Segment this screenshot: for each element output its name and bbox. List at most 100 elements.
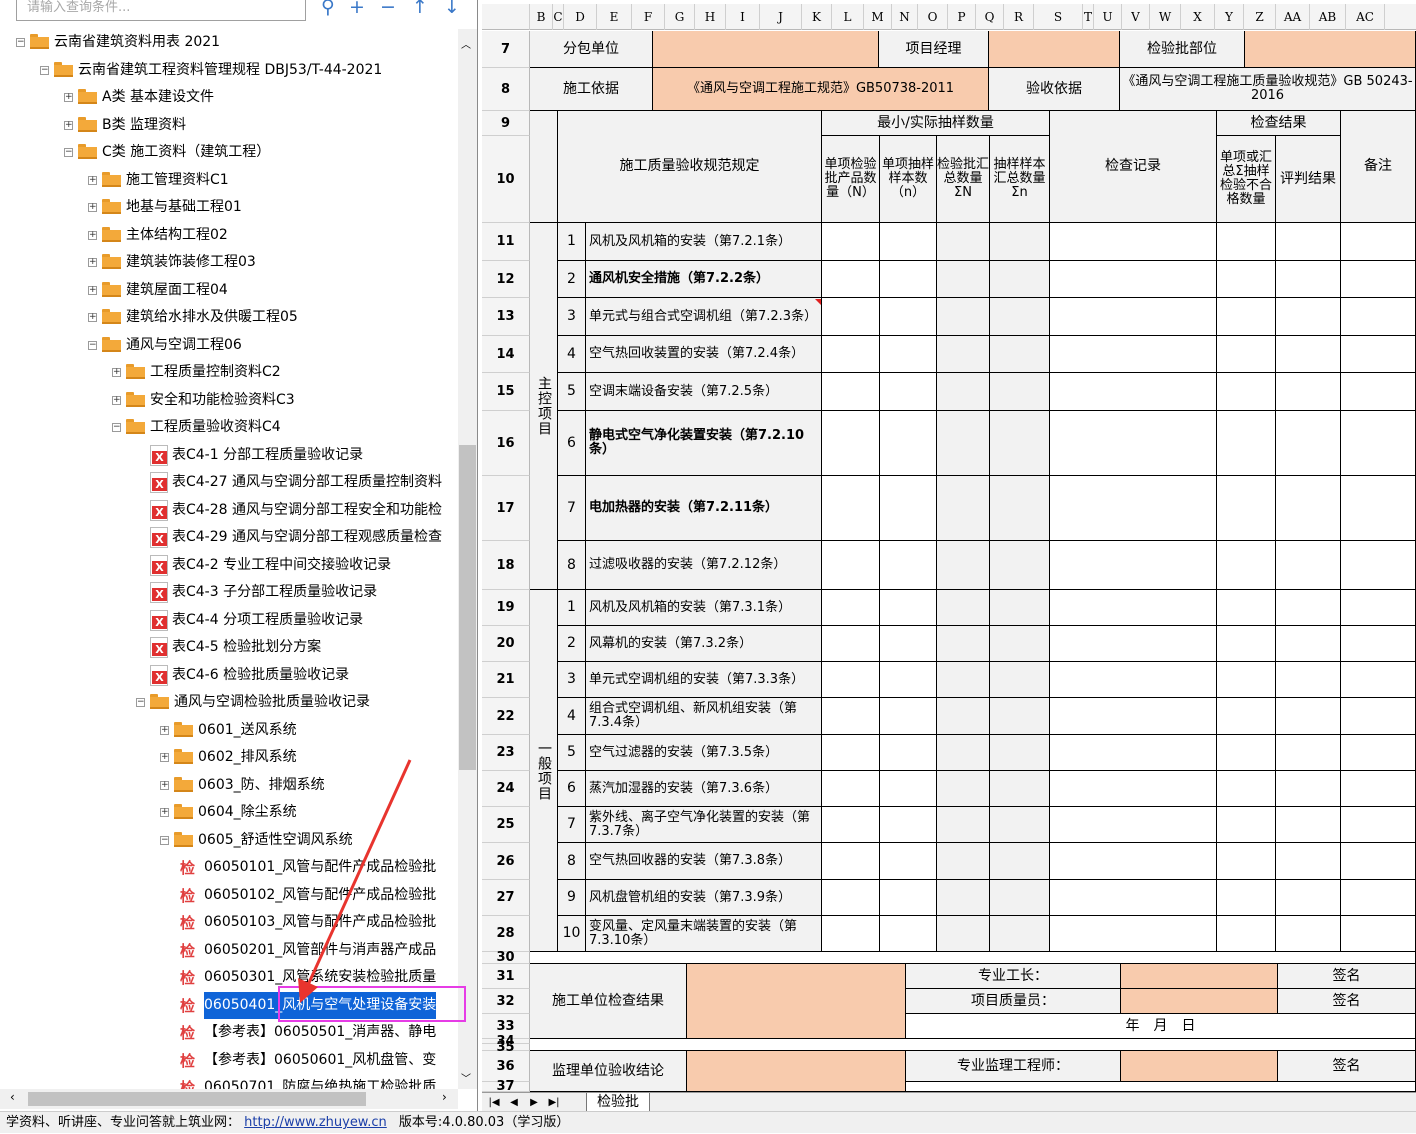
input-unqualified[interactable]: [1217, 880, 1276, 916]
item-text[interactable]: 电加热器的安装（第7.2.11条）: [586, 476, 822, 541]
input-sum-small-n[interactable]: [990, 807, 1050, 843]
input-unqualified[interactable]: [1217, 336, 1276, 373]
input-unqualified[interactable]: [1217, 843, 1276, 880]
input-small-n[interactable]: [880, 590, 937, 626]
item-number[interactable]: 8: [558, 541, 586, 590]
input-sum-n[interactable]: [937, 880, 990, 916]
header-remark[interactable]: 备注: [1341, 111, 1416, 223]
input-small-n[interactable]: [880, 298, 937, 336]
item-number[interactable]: 4: [558, 336, 586, 373]
expand-icon[interactable]: +: [88, 313, 97, 322]
input-unqualified[interactable]: [1217, 373, 1276, 411]
row-header[interactable]: 7: [482, 31, 530, 68]
header-n[interactable]: 单项检验批产品数量（N）: [822, 136, 880, 223]
input-unqualified[interactable]: [1217, 223, 1276, 261]
input-record[interactable]: [1050, 476, 1217, 541]
input-small-n[interactable]: [880, 880, 937, 916]
input-judge[interactable]: [1276, 476, 1341, 541]
expand-icon[interactable]: +: [88, 285, 97, 295]
tree-node[interactable]: X 表C4-29 通风与空调分部工程观感质量检查: [0, 524, 458, 551]
group-general-items[interactable]: 一般项目: [530, 590, 558, 952]
input-remark[interactable]: [1341, 880, 1416, 916]
expand-icon[interactable]: +: [88, 230, 97, 240]
tree-node[interactable]: + 施工管理资料C1: [0, 167, 458, 194]
input-judge[interactable]: [1276, 336, 1341, 373]
input-judge[interactable]: [1276, 261, 1341, 298]
input-judge[interactable]: [1276, 626, 1341, 662]
tree-node[interactable]: + A类 基本建设文件: [0, 84, 458, 111]
expand-icon[interactable]: +: [112, 395, 121, 405]
input-record[interactable]: [1050, 843, 1217, 880]
tree-node[interactable]: +0602_排风系统: [0, 744, 458, 771]
input-n[interactable]: [822, 626, 880, 662]
header-small-n[interactable]: 单项抽样样本数（n）: [880, 136, 937, 223]
item-number[interactable]: 3: [558, 662, 586, 698]
row-header[interactable]: 12: [482, 261, 530, 298]
tree-node-label[interactable]: 云南省建筑资料用表 2021: [54, 29, 220, 56]
input-remark[interactable]: [1341, 411, 1416, 476]
value-shigong-yiju[interactable]: 《通风与空调工程施工规范》GB50738-2011: [653, 68, 989, 111]
tree-node-label[interactable]: 0601_送风系统: [198, 717, 297, 744]
input-sum-n[interactable]: [937, 698, 990, 735]
tree-node[interactable]: 检【参考表】06050601_风机盘管、变: [0, 1047, 458, 1074]
input-sum-n[interactable]: [937, 807, 990, 843]
input-n[interactable]: [822, 662, 880, 698]
tree-node[interactable]: X 表C4-6 检验批质量验收记录: [0, 662, 458, 689]
input-unqualified[interactable]: [1217, 698, 1276, 735]
search-icon[interactable]: ⚲: [317, 0, 339, 18]
input-judge[interactable]: [1276, 843, 1341, 880]
comment-marker-icon[interactable]: [815, 299, 821, 305]
tree-node[interactable]: X 表C4-3 子分部工程质量验收记录: [0, 579, 458, 606]
row-30-spacer[interactable]: [530, 952, 1416, 964]
item-text[interactable]: 风机及风机箱的安装（第7.3.1条）: [586, 590, 822, 626]
header-unqualified[interactable]: 单项或汇总Σ抽样检验不合格数量: [1217, 136, 1276, 223]
tree-node-label[interactable]: 表C4-4 分项工程质量验收记录: [172, 607, 363, 634]
input-unqualified[interactable]: [1217, 476, 1276, 541]
input-remark[interactable]: [1341, 807, 1416, 843]
item-text[interactable]: 风幕机的安装（第7.3.2条）: [586, 626, 822, 662]
row-header[interactable]: 35: [482, 1040, 530, 1055]
input-small-n[interactable]: [880, 261, 937, 298]
input-unqualified[interactable]: [1217, 261, 1276, 298]
row-header[interactable]: 32: [482, 989, 530, 1014]
item-text[interactable]: 蒸汽加湿器的安装（第7.3.6条）: [586, 771, 822, 807]
input-small-n[interactable]: [880, 662, 937, 698]
input-record[interactable]: [1050, 662, 1217, 698]
item-text[interactable]: 通风机安全措施（第7.2.2条）: [586, 261, 822, 298]
input-record[interactable]: [1050, 261, 1217, 298]
collapse-icon[interactable]: −: [136, 698, 145, 707]
tree-node[interactable]: + 建筑给水排水及供暖工程05: [0, 304, 458, 331]
tree-node[interactable]: X 表C4-27 通风与空调分部工程质量控制资料: [0, 469, 458, 496]
tree-node-label[interactable]: 建筑装饰装修工程03: [126, 249, 256, 276]
input-record[interactable]: [1050, 411, 1217, 476]
sign-jianli[interactable]: 签名: [1278, 1051, 1416, 1082]
input-sum-n[interactable]: [937, 662, 990, 698]
input-n[interactable]: [822, 916, 880, 952]
input-remark[interactable]: [1341, 698, 1416, 735]
input-n[interactable]: [822, 541, 880, 590]
tree-node-label[interactable]: 表C4-29 通风与空调分部工程观感质量检查: [172, 524, 442, 551]
label-foreman[interactable]: 专业工长：: [906, 964, 1121, 989]
item-number[interactable]: 1: [558, 223, 586, 261]
item-text[interactable]: 紫外线、离子空气净化装置的安装（第7.3.7条）: [586, 807, 822, 843]
expand-icon[interactable]: +: [160, 808, 169, 817]
tree-node-label[interactable]: 【参考表】06050601_风机盘管、变: [204, 1047, 436, 1074]
input-n[interactable]: [822, 807, 880, 843]
tree-node-label[interactable]: 通风与空调检验批质量验收记录: [174, 689, 370, 716]
row-header[interactable]: 20: [482, 626, 530, 662]
input-remark[interactable]: [1341, 223, 1416, 261]
input-quality[interactable]: [1121, 989, 1278, 1014]
input-remark[interactable]: [1341, 261, 1416, 298]
input-small-n[interactable]: [880, 807, 937, 843]
tree-node[interactable]: 检 06050103_风管与配件产成品检验批: [0, 909, 458, 936]
input-shigong-result[interactable]: [687, 964, 906, 1039]
tree-node[interactable]: +0603_防、排烟系统: [0, 772, 458, 799]
collapse-icon[interactable]: −: [64, 148, 73, 157]
tree-node[interactable]: − 通风与空调检验批质量验收记录: [0, 689, 458, 716]
expand-icon[interactable]: +: [64, 120, 73, 130]
input-n[interactable]: [822, 880, 880, 916]
expand-icon[interactable]: +: [160, 780, 169, 790]
input-sum-small-n[interactable]: [990, 476, 1050, 541]
tree-node-label[interactable]: C类 施工资料（建筑工程）: [102, 139, 270, 166]
row-header[interactable]: 37: [482, 1079, 530, 1094]
